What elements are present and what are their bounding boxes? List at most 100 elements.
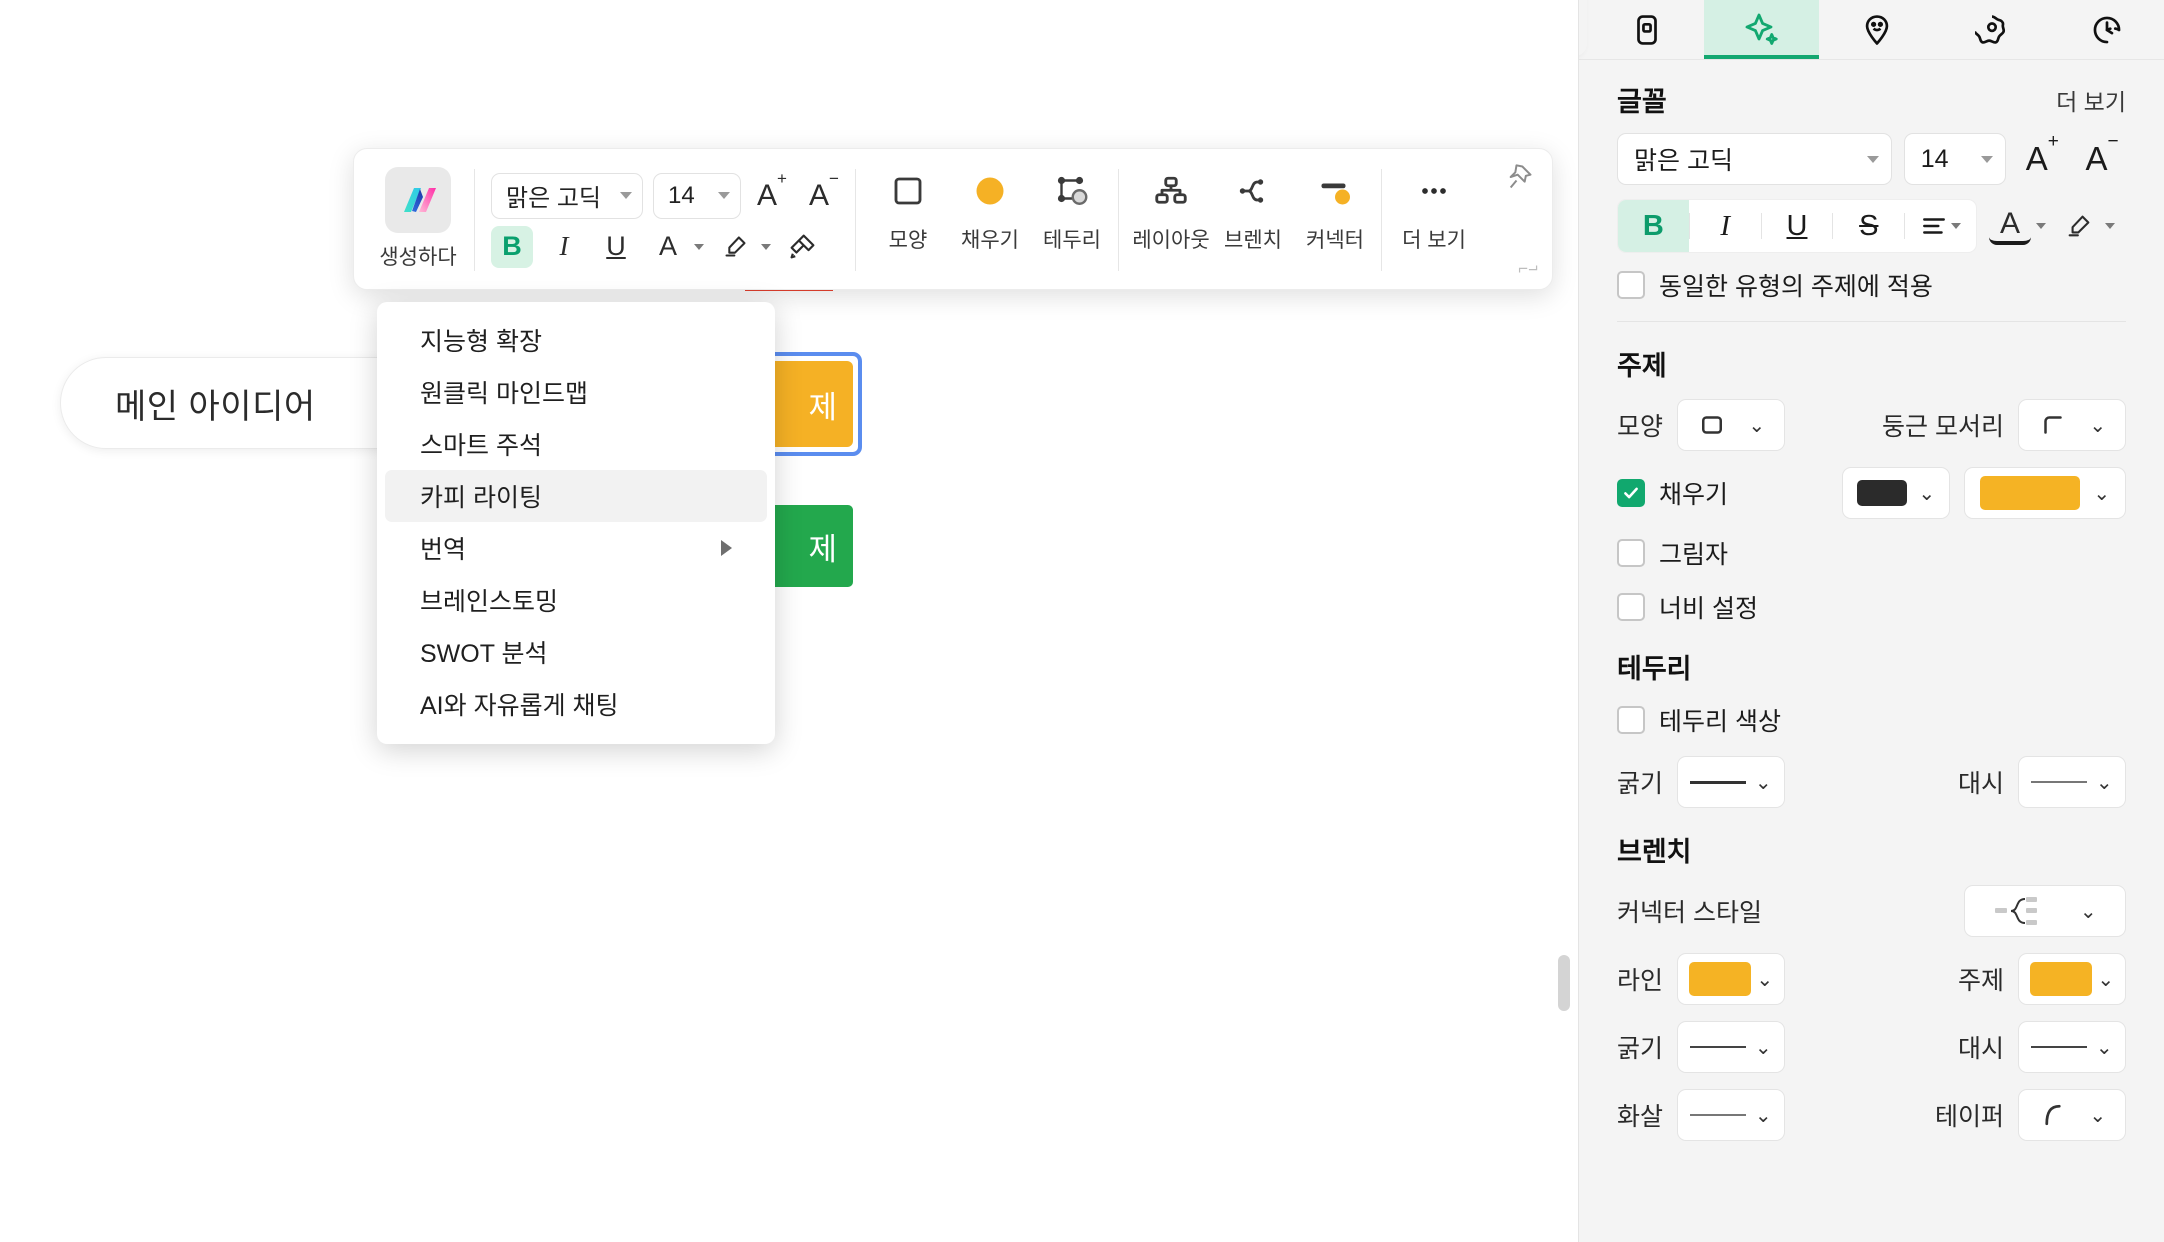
panel-tab-bar[interactable] — [1579, 0, 2164, 60]
branch-line-color-select[interactable]: ⌄ — [1677, 953, 1786, 1005]
border-weight-select[interactable]: ⌄ — [1677, 756, 1786, 808]
topic-shape-select[interactable]: ⌄ — [1677, 399, 1786, 451]
italic-button[interactable]: I — [543, 226, 585, 268]
font-more-link[interactable]: 더 보기 — [2056, 83, 2126, 117]
panel-increase-font-button[interactable]: A+ — [2018, 131, 2066, 178]
line-dash-sample — [2031, 781, 2088, 783]
topic-fill-checkbox[interactable] — [1617, 479, 1645, 507]
border-weight-group[interactable]: 굵기 ⌄ — [1617, 756, 1786, 808]
panel-font-size-select[interactable]: 14 — [1903, 133, 2007, 185]
branch-dash-select[interactable]: ⌄ — [2018, 1021, 2126, 1073]
panel-align-button[interactable] — [1905, 200, 1976, 252]
toolbar-resize-handle[interactable]: ⌐⌐ — [1518, 259, 1538, 279]
right-style-panel[interactable]: 글꼴 더 보기 맑은 고딕 14 A+ A− B I U S A 동일한 유형의… — [1578, 0, 2164, 1242]
border-color-row[interactable]: 테두리 색상 — [1617, 702, 2126, 738]
topic-shape-group[interactable]: 모양 ⌄ — [1617, 399, 1786, 451]
font-color-button[interactable]: A — [647, 226, 689, 268]
chevron-down-icon[interactable] — [2036, 223, 2046, 229]
menu-item-translate[interactable]: 번역 — [385, 522, 767, 574]
menu-item-one-click-mindmap[interactable]: 원클릭 마인드맵 — [385, 366, 767, 418]
branch-weight-group[interactable]: 굵기 ⌄ — [1617, 1021, 1786, 1073]
menu-item-intelligent-expand[interactable]: 지능형 확장 — [385, 314, 767, 366]
branch-arrow-select[interactable]: ⌄ — [1677, 1089, 1786, 1141]
canvas-vertical-scrollbar[interactable] — [1558, 955, 1570, 1011]
highlight-color-group[interactable] — [714, 226, 771, 268]
branch-topic-group[interactable]: 주제 ⌄ — [1958, 953, 2126, 1005]
panel-font-family-select[interactable]: 맑은 고딕 — [1617, 133, 1892, 185]
panel-underline-button[interactable]: U — [1762, 200, 1833, 252]
shape-button[interactable]: 모양 — [872, 165, 944, 254]
tab-style-card[interactable] — [1589, 0, 1704, 59]
panel-strikethrough-button[interactable]: S — [1833, 200, 1904, 252]
tab-ai-sparkle[interactable] — [1704, 0, 1819, 59]
shadow-row[interactable]: 그림자 — [1617, 535, 2126, 571]
layout-button[interactable]: 레이아웃 — [1132, 165, 1210, 254]
highlighter-icon[interactable] — [714, 226, 756, 268]
menu-item-smart-annotation[interactable]: 스마트 주석 — [385, 418, 767, 470]
sticker-smiley-icon — [1860, 13, 1894, 47]
branch-taper-group[interactable]: 테이퍼 ⌄ — [1935, 1089, 2126, 1141]
panel-decrease-font-button[interactable]: A− — [2078, 131, 2126, 178]
chevron-down-icon[interactable] — [761, 243, 771, 250]
tab-history[interactable] — [2049, 0, 2164, 59]
branch-taper-select[interactable]: ⌄ — [2018, 1089, 2126, 1141]
border-color-checkbox[interactable] — [1617, 706, 1645, 734]
border-dash-label: 대시 — [1957, 770, 2004, 798]
shadow-checkbox[interactable] — [1617, 539, 1645, 567]
connector-style-select[interactable]: ⌄ — [1964, 885, 2126, 937]
chevron-down-icon[interactable] — [694, 243, 704, 250]
underline-button[interactable]: U — [595, 226, 637, 268]
border-dash-select[interactable]: ⌄ — [2018, 756, 2126, 808]
panel-bold-button[interactable]: B — [1618, 200, 1689, 252]
connector-button[interactable]: 커넥터 — [1299, 165, 1371, 254]
tab-sticker[interactable] — [1819, 0, 1934, 59]
chevron-down-icon — [718, 192, 730, 199]
topic-corner-group[interactable]: 둥근 모서리 ⌄ — [1882, 399, 2126, 451]
topic-fill-dark-select[interactable]: ⌄ — [1842, 467, 1950, 519]
panel-font-color-group[interactable]: A — [1989, 207, 2046, 245]
panel-highlight-group[interactable] — [2058, 205, 2115, 247]
accent-color-swatch — [1979, 476, 2080, 510]
menu-item-label: 지능형 확장 — [420, 328, 542, 356]
menu-item-free-chat-ai[interactable]: AI와 자유롭게 채팅 — [385, 678, 767, 730]
menu-item-swot-analysis[interactable]: SWOT 분석 — [385, 626, 767, 678]
panel-font-color-button[interactable]: A — [1989, 207, 2031, 245]
panel-highlighter-icon[interactable] — [2058, 205, 2100, 247]
branch-weight-select[interactable]: ⌄ — [1677, 1021, 1786, 1073]
topic-fill-accent-select[interactable]: ⌄ — [1964, 467, 2126, 519]
more-label: 더 보기 — [1402, 229, 1466, 252]
branch-arrow-group[interactable]: 화살 ⌄ — [1617, 1089, 1786, 1141]
branch-button[interactable]: 브렌치 — [1217, 165, 1289, 254]
topic-fill-check-group[interactable]: 채우기 — [1617, 475, 1728, 511]
branch-topic-color-select[interactable]: ⌄ — [2018, 953, 2126, 1005]
ai-generate-button[interactable]: 생성하다 — [372, 161, 464, 279]
chevron-down-icon: ⌄ — [2095, 1036, 2113, 1059]
floating-format-toolbar[interactable]: 생성하다 맑은 고딕 14 A+ A− B I U A 모양 채우기 테두리 레… — [353, 148, 1553, 290]
chevron-down-icon[interactable] — [2105, 223, 2115, 229]
border-dash-group[interactable]: 대시 ⌄ — [1958, 756, 2126, 808]
width-setting-row[interactable]: 너비 설정 — [1617, 589, 2126, 625]
fill-button[interactable]: 채우기 — [954, 165, 1026, 254]
increase-font-size-button[interactable]: A+ — [751, 169, 793, 213]
font-size-select[interactable]: 14 — [653, 172, 741, 219]
decrease-font-size-button[interactable]: A− — [803, 169, 845, 213]
branch-line-group[interactable]: 라인 ⌄ — [1617, 953, 1786, 1005]
tab-badge[interactable] — [1934, 0, 2049, 59]
border-button[interactable]: 테두리 — [1036, 165, 1108, 254]
format-painter-icon[interactable] — [781, 226, 823, 268]
font-family-select[interactable]: 맑은 고딕 — [491, 172, 643, 219]
apply-same-type-checkbox[interactable] — [1617, 271, 1645, 299]
pin-toolbar-icon[interactable] — [1506, 163, 1534, 191]
topic-corner-select[interactable]: ⌄ — [2018, 399, 2126, 451]
menu-item-brainstorming[interactable]: 브레인스토밍 — [385, 574, 767, 626]
menu-item-copywriting[interactable]: 카피 라이팅 — [385, 470, 767, 522]
bold-button[interactable]: B — [491, 225, 533, 268]
branch-dash-group[interactable]: 대시 ⌄ — [1958, 1021, 2126, 1073]
more-button[interactable]: 더 보기 — [1398, 165, 1470, 254]
font-color-group[interactable]: A — [647, 226, 704, 268]
ai-actions-menu[interactable]: 지능형 확장 원클릭 마인드맵 스마트 주석 카피 라이팅 번역 브레인스토밍 … — [377, 302, 775, 744]
apply-same-type-row[interactable]: 동일한 유형의 주제에 적용 — [1617, 267, 2126, 303]
panel-collapse-button[interactable] — [1579, 0, 1587, 56]
panel-italic-button[interactable]: I — [1690, 200, 1761, 252]
width-setting-checkbox[interactable] — [1617, 593, 1645, 621]
